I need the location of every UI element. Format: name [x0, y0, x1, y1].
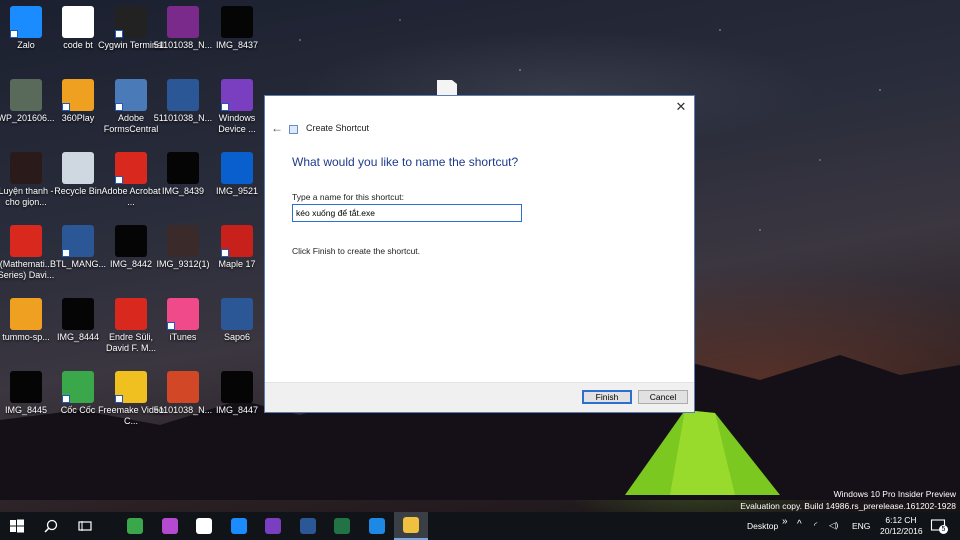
desktop-icon-label: IMG_8437	[215, 40, 259, 50]
photoshop-file-icon	[221, 152, 253, 184]
windows-logo-icon	[10, 519, 24, 533]
create-shortcut-dialog: ✕ ← Create Shortcut What would you like …	[264, 95, 695, 413]
word-taskbar-button[interactable]	[291, 512, 325, 540]
finish-button[interactable]: Finish	[582, 390, 632, 404]
pdf-file-icon	[115, 298, 147, 330]
maple-icon	[221, 225, 253, 257]
search-icon	[44, 519, 58, 533]
shortcut-wizard-icon	[289, 125, 298, 134]
video-file-icon	[10, 152, 42, 184]
zalo-taskbar-icon	[230, 518, 247, 534]
desktop-icon[interactable]: Maple 17	[204, 225, 270, 270]
image-file-icon	[221, 371, 253, 403]
excel-taskbar-icon	[334, 518, 350, 534]
image-file-icon	[62, 298, 94, 330]
wifi-icon[interactable]: ◜	[814, 520, 817, 531]
back-arrow-icon[interactable]: ←	[271, 121, 283, 135]
image-file-icon	[115, 225, 147, 257]
word-document-icon	[221, 298, 253, 330]
coccoc-taskbar-icon	[127, 518, 143, 534]
windows-device-icon	[221, 79, 253, 111]
adobe-formscentral-icon	[115, 79, 147, 111]
terminal-icon	[115, 6, 147, 38]
dialog-footer: Finish Cancel	[265, 382, 694, 412]
finish-instruction: Click Finish to create the shortcut.	[292, 246, 421, 256]
toolbar-expand-icon[interactable]: »	[782, 516, 788, 527]
notification-count-badge: 5	[939, 525, 948, 534]
desktop-icon-label: IMG_8447	[215, 405, 259, 415]
task-view-button[interactable]	[68, 512, 102, 540]
shortcut-file-icon[interactable]	[437, 80, 457, 96]
image-file-icon	[167, 152, 199, 184]
desktop-icon[interactable]: Sapo6	[204, 298, 270, 343]
coccoc-taskbar-button[interactable]	[118, 512, 152, 540]
language-indicator[interactable]: ENG	[852, 521, 870, 531]
visual-studio-taskbar-icon	[265, 518, 281, 534]
excel-taskbar-button[interactable]	[325, 512, 359, 540]
image-file-icon	[167, 225, 199, 257]
word-document-icon	[62, 225, 94, 257]
paint-taskbar-icon	[161, 518, 178, 534]
store-taskbar-button[interactable]	[187, 512, 221, 540]
360play-icon	[62, 79, 94, 111]
close-icon[interactable]: ✕	[674, 100, 688, 114]
wallpaper-glowing-tent	[625, 410, 780, 495]
desktop-icon[interactable]: Windows Device ...	[204, 79, 270, 135]
paint-taskbar-button[interactable]	[153, 512, 187, 540]
taskbar: Desktop » ^ ◜ ◁) ENG 6:12 CH 20/12/2016 …	[0, 512, 960, 540]
powerpoint-document-icon	[167, 371, 199, 403]
clock[interactable]: 6:12 CH 20/12/2016	[880, 515, 923, 537]
desktop-icon[interactable]: IMG_8437	[204, 6, 270, 51]
action-center-button[interactable]: 5	[930, 518, 948, 534]
windows-evaluation-watermark: Windows 10 Pro Insider Preview Evaluatio…	[740, 488, 956, 512]
desktop-icon[interactable]: IMG_9521	[204, 152, 270, 197]
watermark-build: Evaluation copy. Build 14986.rs_prerelea…	[740, 501, 956, 511]
dialog-heading: What would you like to name the shortcut…	[292, 155, 519, 169]
start-button[interactable]	[0, 512, 34, 540]
image-file-icon	[221, 6, 253, 38]
zalo-taskbar-button[interactable]	[222, 512, 256, 540]
dialog-title: Create Shortcut	[306, 123, 370, 133]
shortcut-name-input[interactable]	[292, 204, 522, 222]
freemake-icon	[115, 371, 147, 403]
coccoc-icon	[62, 371, 94, 403]
clock-time: 6:12 CH	[885, 515, 917, 525]
clock-date: 20/12/2016	[880, 526, 923, 536]
zalo-icon	[10, 6, 42, 38]
search-button[interactable]	[34, 512, 68, 540]
task-view-icon	[78, 521, 92, 531]
file-explorer-taskbar-button[interactable]	[394, 512, 428, 540]
shortcut-name-label: Type a name for this shortcut:	[292, 192, 404, 202]
desktop-icon[interactable]: IMG_8447	[204, 371, 270, 416]
pdf-file-icon	[10, 225, 42, 257]
desktop-icon-label: Maple 17	[218, 259, 256, 269]
adobe-acrobat-icon	[115, 152, 147, 184]
itunes-icon	[167, 298, 199, 330]
desktop-toolbar-label[interactable]: Desktop	[747, 521, 778, 531]
edge-taskbar-icon	[368, 518, 385, 534]
desktop-icon-label: Sapo6	[223, 332, 251, 342]
word-taskbar-icon	[299, 518, 316, 534]
recycle-bin-icon	[62, 152, 94, 184]
watermark-edition: Windows 10 Pro Insider Preview	[833, 489, 956, 499]
store-taskbar-icon	[196, 518, 212, 534]
edge-taskbar-button[interactable]	[360, 512, 394, 540]
desktop-icon-label: IMG_9521	[215, 186, 259, 196]
desktop-icon-label: Windows Device ...	[218, 113, 256, 134]
visual-studio-taskbar-button[interactable]	[256, 512, 290, 540]
volume-icon[interactable]: ◁)	[829, 520, 838, 531]
word-document-icon	[167, 79, 199, 111]
flame-icon	[10, 298, 42, 330]
image-file-icon	[10, 79, 42, 111]
cancel-button[interactable]: Cancel	[638, 390, 688, 404]
image-file-icon	[10, 371, 42, 403]
text-document-icon	[62, 6, 94, 38]
chevron-up-icon[interactable]: ^	[797, 519, 802, 530]
winrar-archive-icon	[167, 6, 199, 38]
file-explorer-taskbar-icon	[403, 517, 419, 533]
